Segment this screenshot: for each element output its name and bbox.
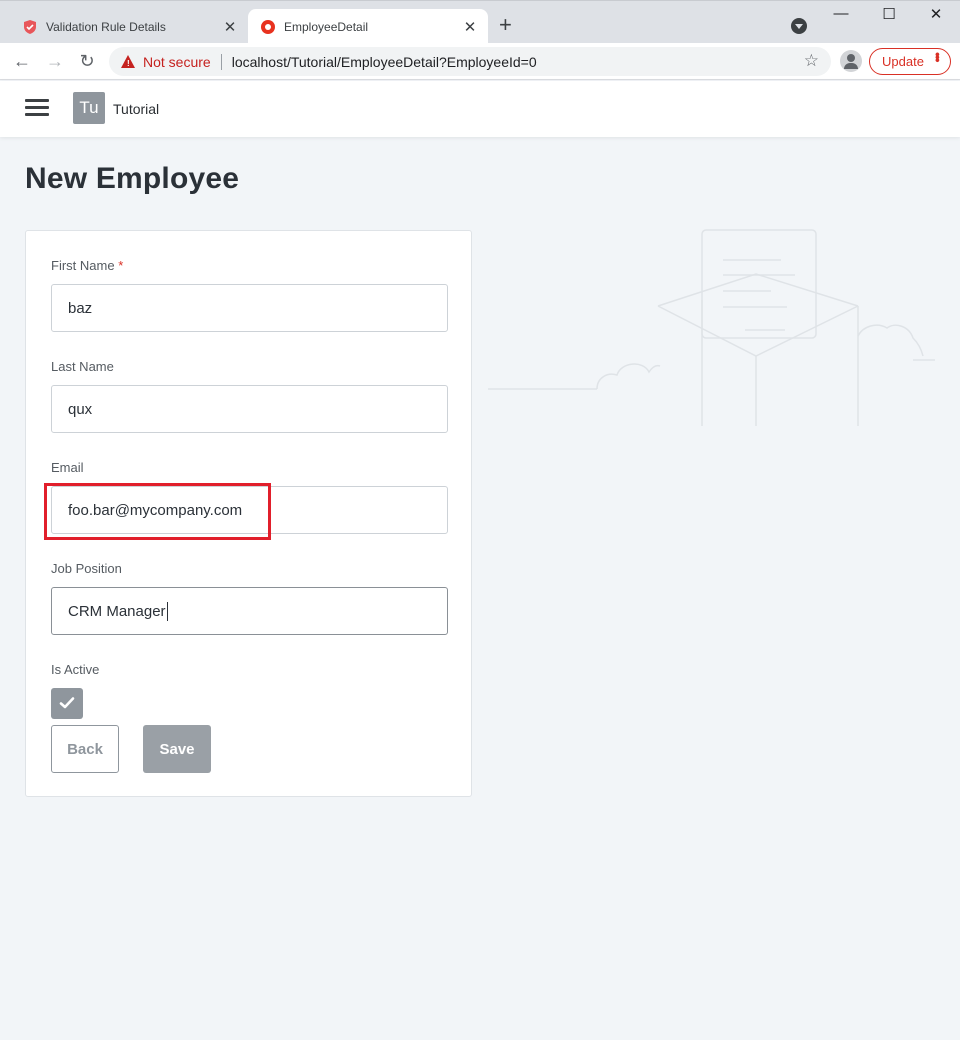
email-label: Email bbox=[51, 460, 84, 475]
app-header: Tu Tutorial bbox=[0, 81, 960, 137]
minimize-icon[interactable]: — bbox=[818, 5, 864, 22]
address-bar[interactable]: ! Not secure localhost/Tutorial/Employee… bbox=[109, 47, 831, 76]
reload-icon[interactable]: ↻ bbox=[75, 49, 99, 73]
page-title: New Employee bbox=[25, 162, 240, 195]
text-caret bbox=[166, 601, 168, 621]
close-icon[interactable]: ✕ bbox=[218, 18, 242, 36]
is-active-checkbox[interactable] bbox=[51, 688, 83, 719]
shield-icon bbox=[22, 19, 38, 35]
maximize-icon[interactable]: ☐ bbox=[866, 5, 912, 23]
last-name-label: Last Name bbox=[51, 359, 114, 374]
hamburger-menu-icon[interactable] bbox=[25, 99, 49, 117]
tab-title: Validation Rule Details bbox=[46, 19, 166, 34]
app-logo[interactable]: Tu bbox=[73, 92, 105, 124]
job-position-value: CRM Manager bbox=[68, 602, 166, 620]
new-tab-button[interactable]: + bbox=[499, 14, 512, 36]
divider bbox=[220, 53, 222, 70]
security-status[interactable]: Not secure bbox=[143, 54, 211, 70]
warning-icon: ! bbox=[121, 55, 135, 68]
save-button[interactable]: Save bbox=[143, 725, 211, 773]
empty-state-illustration bbox=[488, 229, 935, 426]
app-name[interactable]: Tutorial bbox=[113, 101, 159, 117]
update-button[interactable]: Update ••• bbox=[869, 48, 951, 75]
checkmark-icon bbox=[59, 697, 75, 709]
browser-toolbar: ← → ↻ ! Not secure localhost/Tutorial/Em… bbox=[0, 43, 960, 80]
tab-title: EmployeeDetail bbox=[284, 19, 369, 34]
tab-employee-detail[interactable]: EmployeeDetail ✕ bbox=[248, 9, 488, 44]
tab-search-icon[interactable] bbox=[791, 18, 807, 34]
close-icon[interactable]: ✕ bbox=[458, 18, 482, 36]
close-window-icon[interactable]: ✕ bbox=[913, 5, 959, 23]
forward-arrow-icon[interactable]: → bbox=[43, 49, 67, 73]
record-icon bbox=[260, 19, 276, 35]
email-input[interactable]: foo.bar@mycompany.com bbox=[51, 486, 448, 534]
back-button[interactable]: Back bbox=[51, 725, 119, 773]
browser-tab-strip: Validation Rule Details ✕ EmployeeDetail… bbox=[0, 0, 960, 44]
bookmark-star-icon[interactable]: ☆ bbox=[804, 51, 819, 71]
url-text[interactable]: localhost/Tutorial/EmployeeDetail?Employ… bbox=[232, 54, 537, 70]
is-active-label: Is Active bbox=[51, 662, 100, 677]
profile-avatar-icon[interactable] bbox=[840, 50, 862, 72]
update-label: Update bbox=[882, 54, 924, 69]
tab-validation-rule-details[interactable]: Validation Rule Details ✕ bbox=[10, 9, 248, 44]
required-marker: * bbox=[118, 258, 124, 273]
last-name-input[interactable]: qux bbox=[51, 385, 448, 433]
first-name-label: First Name * bbox=[51, 258, 123, 273]
employee-form-card: First Name * baz Last Name qux Email foo… bbox=[25, 230, 472, 797]
more-vert-icon[interactable]: ••• bbox=[930, 52, 946, 61]
back-arrow-icon[interactable]: ← bbox=[10, 49, 34, 73]
first-name-input[interactable]: baz bbox=[51, 284, 448, 332]
job-position-input[interactable]: CRM Manager bbox=[51, 587, 448, 635]
first-name-label-text: First Name bbox=[51, 258, 115, 273]
job-position-label: Job Position bbox=[51, 561, 122, 576]
